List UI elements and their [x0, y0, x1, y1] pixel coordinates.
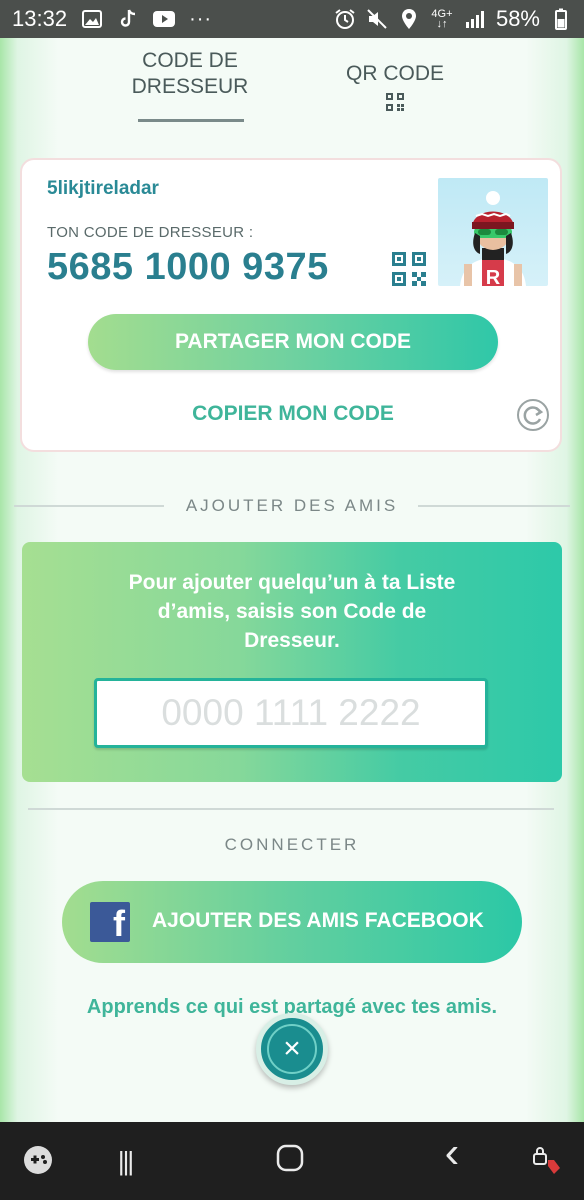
alarm-icon [334, 8, 356, 30]
svg-text:R: R [486, 267, 501, 286]
home-icon [276, 1144, 304, 1172]
copy-code-link[interactable]: COPIER MON CODE [22, 402, 564, 426]
facebook-add-friends-button[interactable]: f AJOUTER DES AMIS FACEBOOK [62, 881, 522, 963]
youtube-icon [153, 8, 176, 30]
trainer-code-card: 5likjtireladar TON CODE DE DRESSEUR : 56… [20, 158, 562, 452]
tab-qr-code[interactable]: QR CODE [330, 61, 460, 111]
refresh-icon[interactable] [516, 398, 550, 432]
facebook-icon: f [90, 902, 130, 942]
close-icon: × [267, 1024, 317, 1074]
tab-qr-code-label: QR CODE [345, 62, 444, 85]
share-code-button[interactable]: PARTAGER MON CODE [88, 314, 498, 370]
home-button[interactable] [270, 1144, 310, 1180]
trainer-code-label: TON CODE DE DRESSEUR : [47, 224, 254, 241]
tab-trainer-code-line1: CODE DE [142, 49, 238, 72]
trainer-username: 5likjtireladar [47, 178, 159, 199]
signal-icon [464, 8, 486, 30]
game-launcher-icon[interactable] [18, 1144, 58, 1184]
image-icon [81, 8, 103, 30]
tab-trainer-code-line2: DRESSEUR [131, 75, 249, 98]
back-button[interactable]: ‹ [432, 1131, 472, 1175]
facebook-button-label: AJOUTER DES AMIS FACEBOOK [152, 909, 484, 932]
close-button[interactable]: × [256, 1013, 328, 1085]
battery-icon [550, 8, 572, 30]
avatar-illustration: R [460, 191, 526, 286]
status-right: 4G+ ↓↑ 58% [334, 6, 572, 32]
tab-trainer-code[interactable]: CODE DE DRESSEUR [120, 48, 260, 100]
trainer-code-value: 5685 1000 9375 [47, 246, 329, 288]
add-friend-panel: Pour ajouter quelqu’un à ta Liste d’amis… [22, 542, 562, 782]
recents-button[interactable]: ||| [105, 1144, 145, 1178]
battery-level: 58% [495, 6, 540, 31]
tab-bar: CODE DE DRESSEUR QR CODE [0, 38, 584, 138]
instructions-line-3: Dresseur. [244, 629, 340, 652]
divider-right [418, 505, 570, 507]
friend-code-input[interactable] [94, 678, 488, 748]
active-tab-indicator [138, 119, 244, 122]
friends-screen: CODE DE DRESSEUR QR CODE 5likjtireladar … [0, 38, 584, 1122]
tiktok-icon [117, 8, 139, 30]
network-type: 4G+ ↓↑ [430, 8, 454, 30]
qr-code-icon[interactable] [392, 252, 426, 286]
add-friend-instructions: Pour ajouter quelqu’un à ta Liste d’amis… [82, 568, 502, 655]
more-icon: ··· [189, 7, 213, 30]
divider-connect [28, 808, 554, 810]
status-time: 13:32 [12, 6, 68, 31]
location-icon [398, 8, 420, 30]
network-arrows: ↓↑ [436, 18, 448, 30]
connect-title: CONNECTER [224, 835, 360, 854]
qr-code-icon [386, 93, 404, 111]
mute-icon [366, 8, 388, 30]
trainer-avatar[interactable]: R [438, 178, 548, 286]
status-bar: 13:32 ··· 4G+ ↓↑ 58% [0, 0, 584, 38]
status-left: 13:32 ··· [12, 6, 212, 32]
system-nav-bar: ||| ‹ [0, 1122, 584, 1200]
assistant-icon[interactable] [526, 1144, 566, 1184]
instructions-line-1: Pour ajouter quelqu’un à ta Liste [128, 571, 456, 594]
instructions-line-2: d’amis, saisis son Code de [157, 600, 427, 623]
